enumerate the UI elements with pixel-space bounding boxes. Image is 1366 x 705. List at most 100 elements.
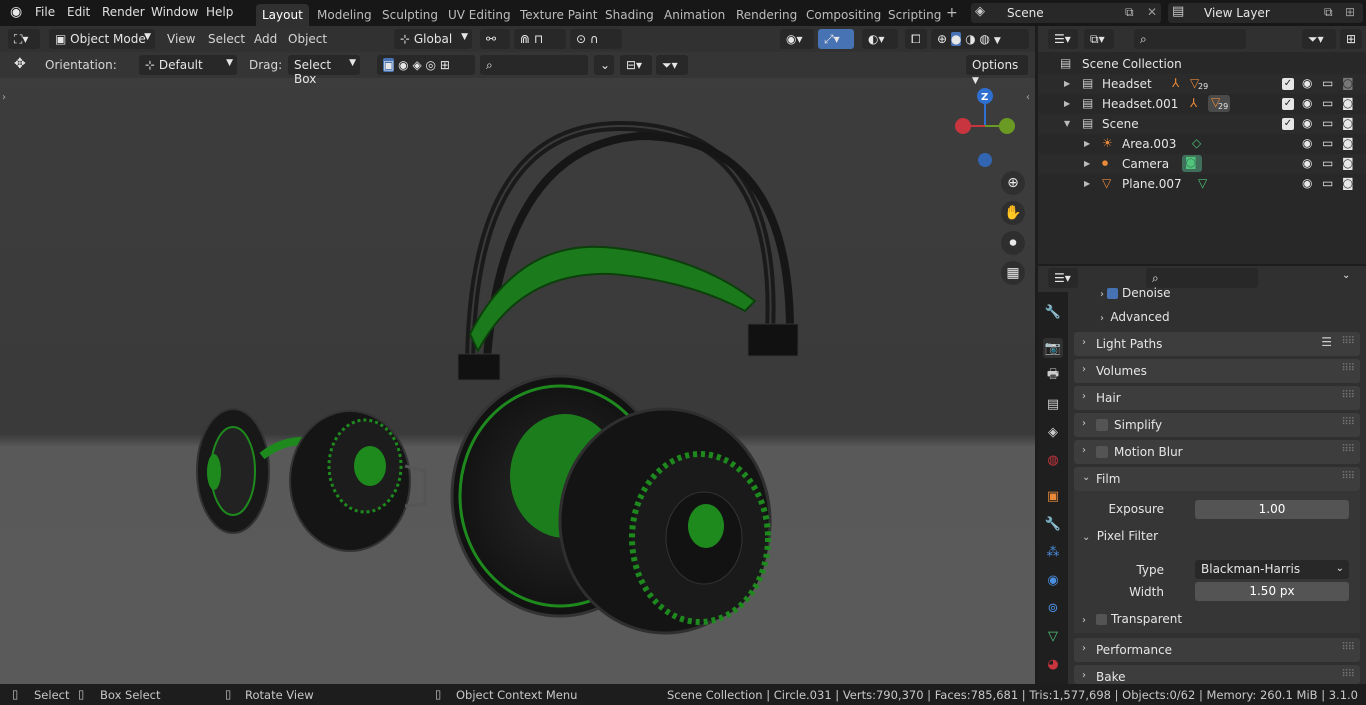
eye-icon[interactable]: ◉ [1302, 116, 1312, 130]
transparent-subpanel[interactable]: › Transparent [1082, 612, 1182, 626]
expand-arrow-icon[interactable]: ▶ [1084, 159, 1090, 168]
orientation-dropdown[interactable]: ⊹ Default ▼ [139, 55, 237, 75]
eye-icon[interactable]: ◉ [1302, 76, 1312, 90]
wireframe-shading-icon[interactable]: ⊕ [937, 32, 947, 46]
motion-blur-panel[interactable]: › Motion Blur ⠿⠿ [1074, 440, 1360, 464]
tab-layout[interactable]: Layout [256, 4, 309, 26]
object-tab-icon[interactable]: ▣ [1043, 486, 1063, 506]
pixel-filter-subpanel[interactable]: ⌄ Pixel Filter [1082, 529, 1158, 543]
scene-tab-icon[interactable]: ◈ [1043, 422, 1063, 442]
tab-texture-paint[interactable]: Texture Paint [514, 4, 603, 26]
editor-type-button[interactable]: ⛶▾ [8, 29, 40, 49]
simplify-checkbox[interactable] [1096, 419, 1108, 431]
camera-render-icon[interactable]: ◙ [1342, 156, 1354, 170]
tab-sculpting[interactable]: Sculpting [376, 4, 444, 26]
exclude-checkbox[interactable]: ✓ [1282, 78, 1294, 90]
select-extend-icon[interactable]: ◉ [398, 58, 408, 72]
camera-view-icon[interactable]: ⏺ [1001, 231, 1025, 255]
tab-shading[interactable]: Shading [599, 4, 660, 26]
transparent-checkbox[interactable] [1096, 614, 1108, 625]
outliner-row-scene[interactable]: ▼ ▤ Scene ✓ ◉ ▭ ◙ [1038, 114, 1366, 134]
camera-render-icon[interactable]: ◙ [1342, 136, 1354, 150]
drag-handle-icon[interactable]: ⠿⠿ [1341, 336, 1355, 347]
camera-render-icon[interactable]: ◙ [1342, 176, 1354, 190]
expand-arrow-icon[interactable]: ▶ [1064, 79, 1070, 88]
drag-handle-icon[interactable]: ⠿⠿ [1341, 444, 1355, 455]
menu-add[interactable]: Add [254, 32, 277, 46]
monitor-icon[interactable]: ▭ [1322, 156, 1333, 170]
menu-select[interactable]: Select [208, 32, 245, 46]
select-invert-icon[interactable]: ◎ [426, 58, 436, 72]
viewport-search-input[interactable]: ⌕ [480, 55, 588, 75]
film-panel[interactable]: ⌄ Film ⠿⠿ [1074, 467, 1360, 491]
camera-render-icon[interactable]: ◙ [1342, 96, 1354, 110]
output-tab-icon[interactable]: 🖶 [1043, 366, 1063, 386]
axis-x-icon[interactable] [955, 118, 971, 134]
select-subtract-icon[interactable]: ◈ [412, 58, 421, 72]
zoom-icon[interactable]: ⊕ [1001, 171, 1025, 195]
outliner-row-area[interactable]: ▶ ☀ Area.003 ◇ ◉ ▭ ◙ [1038, 134, 1366, 154]
shading-modes[interactable]: ⊕ ● ◑ ◍ ▼ [931, 29, 1029, 49]
expand-arrow-icon[interactable]: ▶ [1084, 179, 1090, 188]
outliner-row-plane[interactable]: ▶ ▽ Plane.007 ▽ ◉ ▭ ◙ [1038, 174, 1366, 194]
visibility-dropdown[interactable]: ◉▾ [780, 29, 814, 49]
pan-hand-icon[interactable]: ✋ [1001, 201, 1025, 225]
properties-editor-type[interactable]: ☰▾ [1048, 268, 1078, 288]
outliner-filter-dropdown[interactable]: ⏷▾ [1302, 29, 1336, 49]
bake-panel[interactable]: › Bake ⠿⠿ [1074, 665, 1360, 684]
monitor-icon[interactable]: ▭ [1322, 176, 1333, 190]
solid-shading-icon[interactable]: ● [950, 32, 962, 46]
menu-edit[interactable]: Edit [67, 5, 90, 19]
axis-neg-z-icon[interactable] [978, 153, 992, 167]
drag-dropdown[interactable]: Select Box ▼ [288, 55, 360, 86]
render-tab-icon[interactable]: 📷 [1043, 338, 1063, 358]
gizmo-toggle[interactable]: ⤢▾ [818, 29, 854, 49]
menu-file[interactable]: File [35, 5, 55, 19]
tab-scripting[interactable]: Scripting [882, 4, 947, 26]
new-collection-button[interactable]: ⊞ [1340, 29, 1362, 49]
drag-handle-icon[interactable]: ⠿⠿ [1341, 471, 1355, 482]
toolbar-expand-icon[interactable]: › [2, 92, 6, 103]
expand-arrow-icon[interactable]: ▶ [1084, 139, 1090, 148]
filter-type-dropdown[interactable]: Blackman-Harris ⌄ [1195, 560, 1349, 579]
constraints-tab-icon[interactable]: ⊚ [1043, 598, 1063, 618]
exposure-slider[interactable]: 1.00 [1195, 500, 1349, 519]
eye-icon[interactable]: ◉ [1302, 96, 1312, 110]
copy-scene-icon[interactable]: ⧉ [1125, 5, 1134, 20]
denoise-checkbox[interactable] [1107, 288, 1119, 299]
hair-panel[interactable]: › Hair ⠿⠿ [1074, 386, 1360, 410]
tab-compositing[interactable]: Compositing [800, 4, 887, 26]
monitor-icon[interactable]: ▭ [1322, 116, 1333, 130]
volumes-panel[interactable]: › Volumes ⠿⠿ [1074, 359, 1360, 383]
tab-animation[interactable]: Animation [658, 4, 731, 26]
selection-mode-buttons[interactable]: ▣ ◉ ◈ ◎ ⊞ [377, 55, 475, 75]
select-new-icon[interactable]: ▣ [383, 58, 395, 72]
menu-render[interactable]: Render [102, 5, 145, 19]
outliner-row-headset[interactable]: ▶ ▤ Headset ⅄ ▽ 29 ✓ ◉ ▭ ◙ [1038, 74, 1366, 94]
overlays-toggle[interactable]: ◐▾ [862, 29, 898, 49]
xray-toggle[interactable]: ⧠ [905, 29, 927, 49]
outliner-editor-type[interactable]: ☰▾ [1048, 29, 1078, 49]
copy-view-layer-icon[interactable]: ⧉ [1324, 5, 1333, 20]
monitor-icon[interactable]: ▭ [1322, 76, 1333, 90]
scene-selector[interactable]: ◈ Scene ⧉ ✕ [971, 3, 1161, 23]
camera-render-icon[interactable]: ◙ [1342, 76, 1354, 90]
performance-panel[interactable]: › Performance ⠿⠿ [1074, 638, 1360, 662]
menu-help[interactable]: Help [206, 5, 233, 19]
filter-width-slider[interactable]: 1.50 px [1195, 582, 1349, 601]
physics-tab-icon[interactable]: ◉ [1043, 570, 1063, 590]
select-intersect-icon[interactable]: ⊞ [440, 58, 450, 72]
filter-dropdown[interactable]: ⏷▾ [656, 55, 688, 75]
view-layer-tab-icon[interactable]: ▤ [1043, 394, 1063, 414]
properties-search-input[interactable]: ⌕ [1146, 268, 1258, 288]
outliner-row-headset-001[interactable]: ▶ ▤ Headset.001 ⅄ ▽ 29 ✓ ◉ ▭ ◙ [1038, 94, 1366, 114]
snap-toggle[interactable]: ⋒ ⊓ [514, 29, 566, 49]
drag-handle-icon[interactable]: ⠿⠿ [1341, 417, 1355, 428]
material-tab-icon[interactable]: ◕ [1043, 654, 1063, 674]
perspective-grid-icon[interactable]: ▦ [1001, 261, 1025, 285]
eye-icon[interactable]: ◉ [1302, 176, 1312, 190]
data-tab-icon[interactable]: ▽ [1043, 626, 1063, 646]
eye-icon[interactable]: ◉ [1302, 156, 1312, 170]
tab-modeling[interactable]: Modeling [311, 4, 378, 26]
object-mode-dropdown[interactable]: ▣ Object Mode ▼ [49, 29, 155, 49]
